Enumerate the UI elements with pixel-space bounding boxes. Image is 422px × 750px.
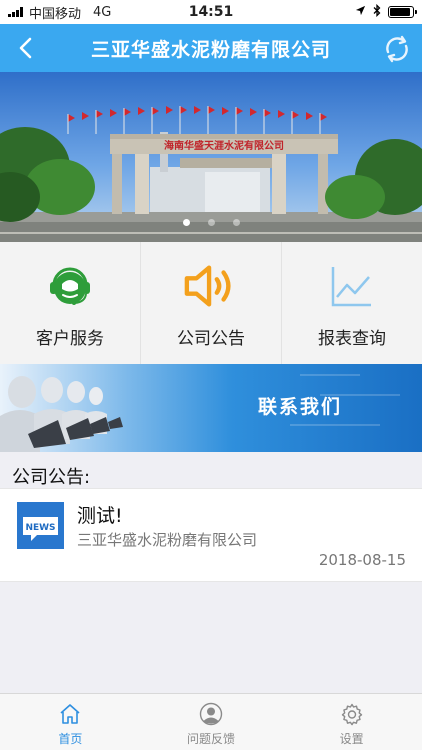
menu-item-reports[interactable]: 报表查询 — [282, 242, 422, 364]
announcement-company: 三亚华盛水泥粉磨有限公司 — [77, 531, 258, 549]
page-title: 三亚华盛水泥粉磨有限公司 — [90, 38, 331, 61]
gear-icon — [339, 701, 365, 727]
carousel-dots — [0, 219, 422, 226]
company-gate-photo: 海南华盛天涯水泥有限公司 — [0, 72, 422, 242]
announcement-date: 2018-08-15 — [318, 551, 406, 569]
news-thumb-text: NEWS — [25, 523, 55, 533]
announcements-section-title: 公司公告: — [12, 467, 91, 488]
contact-us-label: 联系我们 — [258, 396, 343, 418]
news-icon: NEWS — [17, 502, 64, 549]
home-icon — [57, 701, 83, 727]
signal-icon — [8, 7, 23, 17]
announcement-title: 测试! — [77, 505, 123, 527]
battery-icon — [388, 6, 417, 18]
carousel-dot[interactable] — [207, 219, 215, 226]
bluetooth-icon — [373, 3, 381, 21]
chart-icon — [324, 258, 380, 314]
call-center-illustration — [0, 364, 422, 452]
menu-item-announcements[interactable]: 公司公告 — [141, 242, 282, 364]
menu-label: 报表查询 — [318, 328, 386, 349]
nav-bar: 三亚华盛水泥粉磨有限公司 — [0, 24, 422, 72]
customer-service-icon — [42, 258, 98, 314]
menu-label: 客户服务 — [36, 328, 104, 349]
refresh-icon — [386, 35, 408, 63]
user-icon — [198, 701, 224, 727]
refresh-button[interactable] — [382, 34, 412, 64]
menu-label: 公司公告 — [177, 328, 245, 349]
tab-home[interactable]: 首页 — [0, 694, 141, 750]
location-icon — [355, 5, 366, 20]
tab-label: 设置 — [339, 732, 364, 746]
gate-sign: 海南华盛天涯水泥有限公司 — [164, 139, 284, 152]
speaker-icon — [183, 258, 239, 314]
contact-us-banner[interactable]: 联系我们 — [0, 364, 422, 452]
back-button[interactable] — [12, 34, 40, 62]
status-left: 中国移动 4G — [8, 3, 111, 22]
banner-carousel[interactable]: 海南华盛天涯水泥有限公司 — [0, 72, 422, 242]
news-thumbnail: NEWS — [17, 502, 64, 549]
announcement-list-item[interactable]: NEWS 测试! 三亚华盛水泥粉磨有限公司 2018-08-15 — [0, 488, 422, 582]
tab-settings[interactable]: 设置 — [281, 694, 422, 750]
status-right — [355, 3, 417, 21]
status-bar: 中国移动 4G 14:51 — [0, 0, 422, 24]
carrier-label: 中国移动 — [29, 6, 82, 22]
menu-item-customer-service[interactable]: 客户服务 — [0, 242, 141, 364]
back-arrow-icon — [19, 37, 32, 59]
tab-bar: 首页 问题反馈 设置 — [0, 693, 422, 750]
tab-label: 问题反馈 — [187, 732, 236, 746]
carousel-dot[interactable] — [182, 219, 190, 226]
tab-label: 首页 — [58, 732, 83, 746]
feature-menu: 客户服务 公司公告 报表查询 — [0, 242, 422, 364]
tab-feedback[interactable]: 问题反馈 — [141, 694, 282, 750]
network-label: 4G — [93, 4, 112, 20]
carousel-dot[interactable] — [232, 219, 240, 226]
